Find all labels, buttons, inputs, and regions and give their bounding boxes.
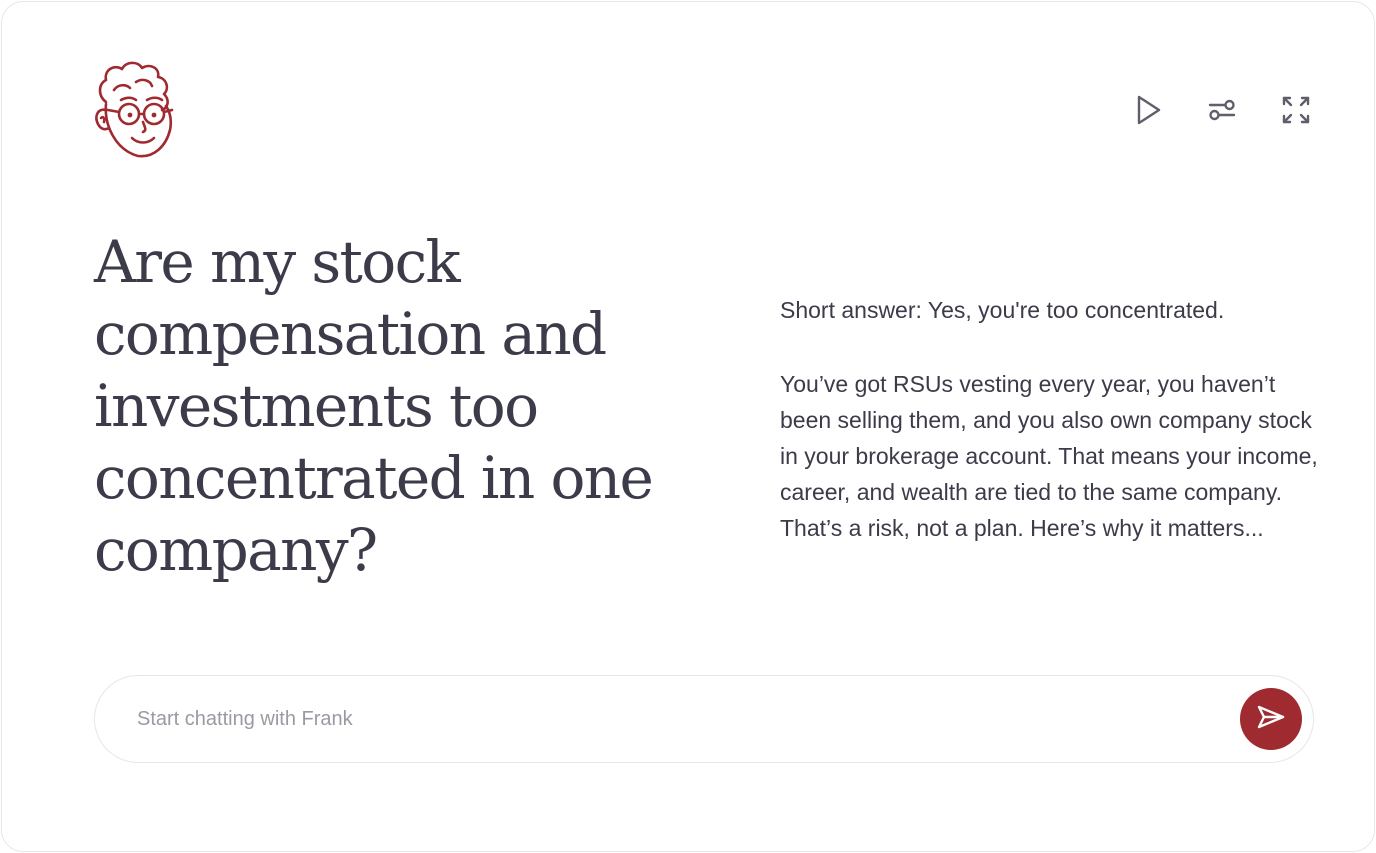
chat-bar [94,675,1314,763]
fullscreen-button[interactable] [1280,92,1312,128]
chat-card: Are my stock compensation and investment… [1,1,1375,852]
send-button[interactable] [1240,688,1302,750]
answer-short: Short answer: Yes, you're too concentrat… [780,297,1225,323]
sliders-icon [1207,97,1237,123]
frank-avatar-icon [92,60,176,160]
play-button[interactable] [1132,92,1164,128]
settings-button[interactable] [1206,92,1238,128]
answer-body: You’ve got RSUs vesting every year, you … [780,371,1318,541]
answer-text: Short answer: Yes, you're too concentrat… [780,292,1320,546]
send-icon [1256,704,1286,735]
chat-input[interactable] [137,676,1217,762]
play-icon [1134,94,1162,126]
header-controls [1132,92,1312,128]
expand-icon [1281,95,1311,125]
question-heading: Are my stock compensation and investment… [94,228,654,584]
